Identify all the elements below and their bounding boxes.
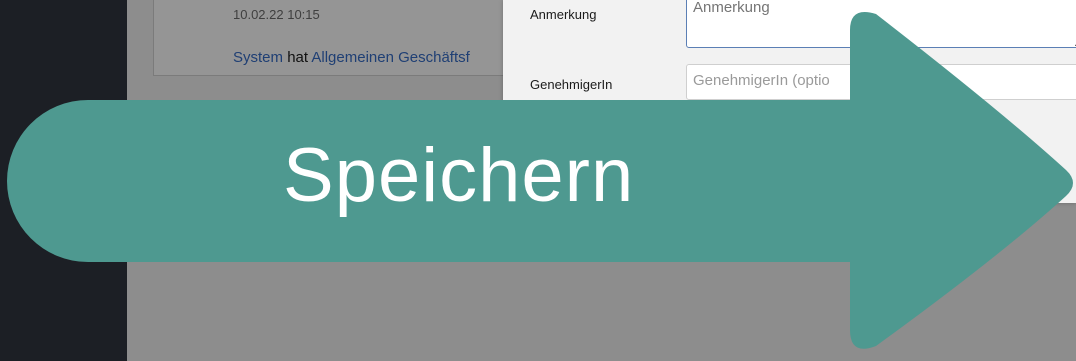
save-callout-label: Speichern [283,133,635,218]
